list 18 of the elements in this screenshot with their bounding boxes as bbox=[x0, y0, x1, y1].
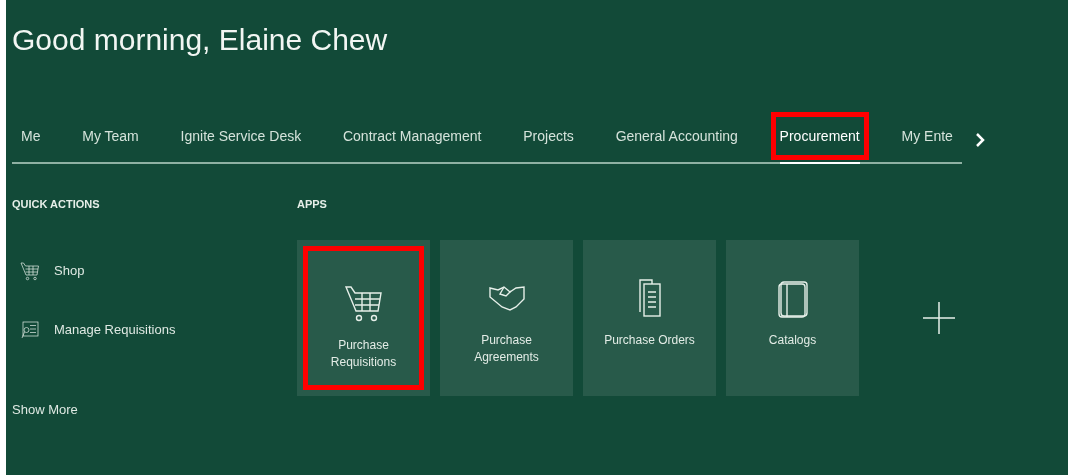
nav-tab[interactable]: General Accounting bbox=[606, 112, 747, 160]
nav-tab[interactable]: Procurement bbox=[770, 112, 869, 160]
nav-tab[interactable]: My Ente bbox=[892, 112, 962, 160]
app-tile[interactable]: Purchase Requisitions bbox=[297, 239, 430, 396]
nav-tab[interactable]: My Team bbox=[73, 112, 148, 160]
nav-tab[interactable]: Contract Management bbox=[333, 112, 491, 160]
app-tile[interactable]: Purchase Agreements bbox=[440, 239, 573, 396]
nav-tab[interactable]: Me bbox=[12, 112, 50, 160]
quick-action-link[interactable]: Shop bbox=[20, 260, 85, 281]
app-tile[interactable]: Purchase Orders bbox=[583, 239, 716, 396]
nav-tab[interactable]: Projects bbox=[514, 112, 583, 160]
quick-action-link[interactable]: Manage Requisitions bbox=[20, 319, 176, 340]
greeting-title: Good morning, Elaine Chew bbox=[12, 22, 388, 58]
app-tile[interactable]: Catalogs bbox=[726, 239, 859, 396]
show-more-link[interactable]: Show More bbox=[12, 399, 78, 419]
section-heading: APPS bbox=[297, 197, 327, 212]
nav-tab[interactable]: Ignite Service Desk bbox=[171, 112, 311, 160]
section-heading: QUICK ACTIONS bbox=[12, 197, 100, 212]
